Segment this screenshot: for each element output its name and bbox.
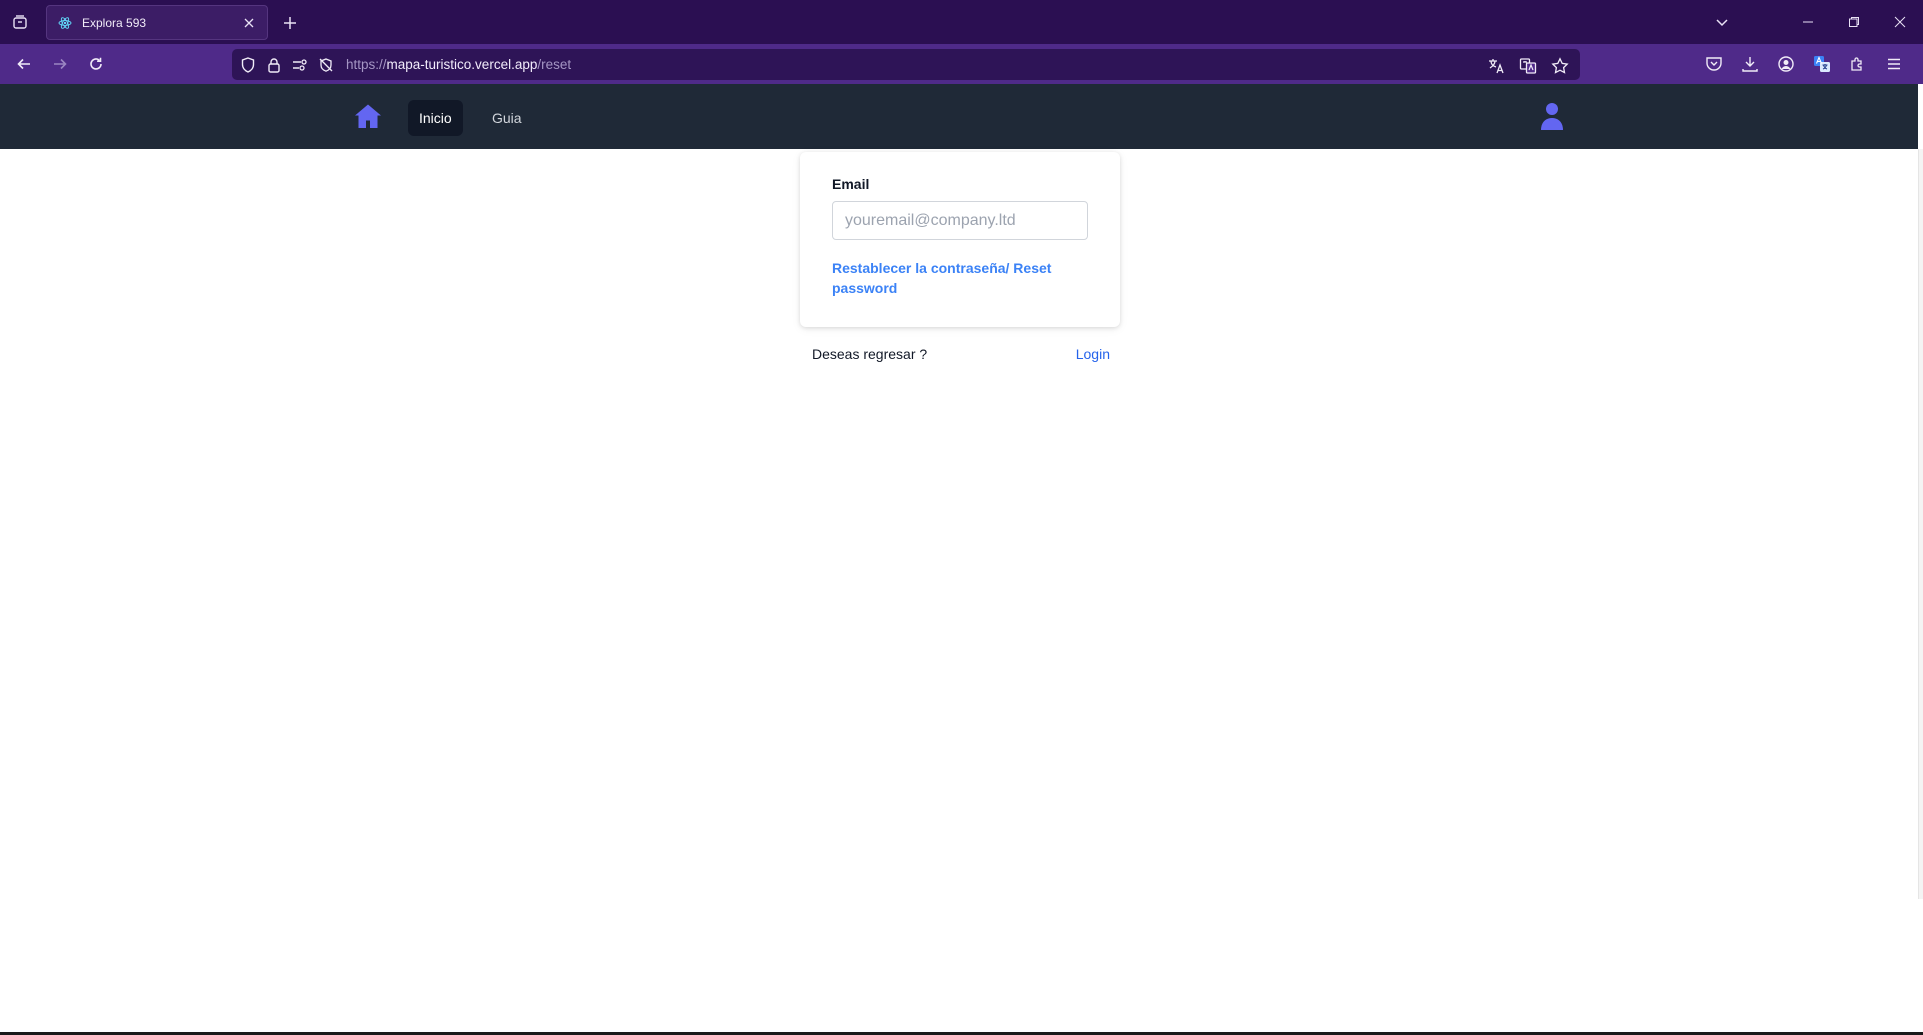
tab-list-icon[interactable] bbox=[8, 10, 32, 34]
email-label: Email bbox=[832, 176, 870, 192]
page-viewport: Inicio Guia Email Restablecer la contras… bbox=[0, 84, 1923, 1035]
shield-icon[interactable] bbox=[238, 55, 258, 75]
react-favicon-icon bbox=[57, 15, 73, 31]
close-window-icon[interactable] bbox=[1877, 0, 1923, 44]
reload-icon[interactable] bbox=[84, 52, 108, 76]
lock-icon[interactable] bbox=[264, 55, 284, 75]
address-bar[interactable]: https://mapa-turistico.vercel.app/reset bbox=[232, 49, 1580, 80]
back-prompt-text: Deseas regresar ? bbox=[812, 346, 928, 362]
pocket-icon[interactable] bbox=[1702, 52, 1726, 76]
restore-icon[interactable] bbox=[1831, 0, 1877, 44]
email-field[interactable] bbox=[832, 201, 1088, 240]
url-text[interactable]: https://mapa-turistico.vercel.app/reset bbox=[346, 57, 571, 72]
forward-arrow-icon[interactable] bbox=[48, 52, 72, 76]
permissions-icon[interactable] bbox=[290, 55, 310, 75]
user-icon[interactable] bbox=[1538, 101, 1566, 131]
reset-password-button[interactable]: Restablecer la contraseña/ Reset passwor… bbox=[832, 258, 1072, 298]
minimize-icon[interactable] bbox=[1785, 0, 1831, 44]
url-prefix: https:// bbox=[346, 57, 387, 72]
new-tab-icon[interactable] bbox=[278, 11, 302, 35]
url-host: mapa-turistico.vercel.app bbox=[386, 57, 538, 72]
menu-hamburger-icon[interactable] bbox=[1882, 52, 1906, 76]
scrollbar[interactable] bbox=[1918, 149, 1923, 899]
page-translate-icon[interactable] bbox=[1516, 54, 1540, 78]
browser-tab-bar: Explora 593 bbox=[0, 0, 1923, 44]
translate-icon[interactable] bbox=[1484, 54, 1508, 78]
downloads-icon[interactable] bbox=[1738, 52, 1762, 76]
nav-link-guia[interactable]: Guia bbox=[481, 100, 533, 136]
close-tab-icon[interactable] bbox=[241, 15, 257, 31]
bookmark-star-icon[interactable] bbox=[1548, 54, 1572, 78]
translate-extension-icon[interactable] bbox=[1810, 52, 1834, 76]
nav-link-inicio[interactable]: Inicio bbox=[408, 100, 463, 136]
tracking-protection-off-icon[interactable] bbox=[316, 55, 336, 75]
back-arrow-icon[interactable] bbox=[12, 52, 36, 76]
url-path: /reset bbox=[537, 57, 572, 72]
tab-title: Explora 593 bbox=[82, 15, 147, 30]
list-all-tabs-icon[interactable] bbox=[1710, 10, 1734, 34]
browser-nav-bar: https://mapa-turistico.vercel.app/reset bbox=[0, 44, 1923, 84]
home-icon[interactable] bbox=[354, 102, 382, 130]
back-to-login-row: Deseas regresar ? Login bbox=[812, 346, 1110, 362]
site-navbar: Inicio Guia bbox=[0, 84, 1918, 149]
login-link[interactable]: Login bbox=[1076, 346, 1110, 362]
browser-tab[interactable]: Explora 593 bbox=[46, 5, 268, 40]
reset-password-card: Email Restablecer la contraseña/ Reset p… bbox=[800, 152, 1120, 327]
account-icon[interactable] bbox=[1774, 52, 1798, 76]
extensions-puzzle-icon[interactable] bbox=[1846, 52, 1870, 76]
